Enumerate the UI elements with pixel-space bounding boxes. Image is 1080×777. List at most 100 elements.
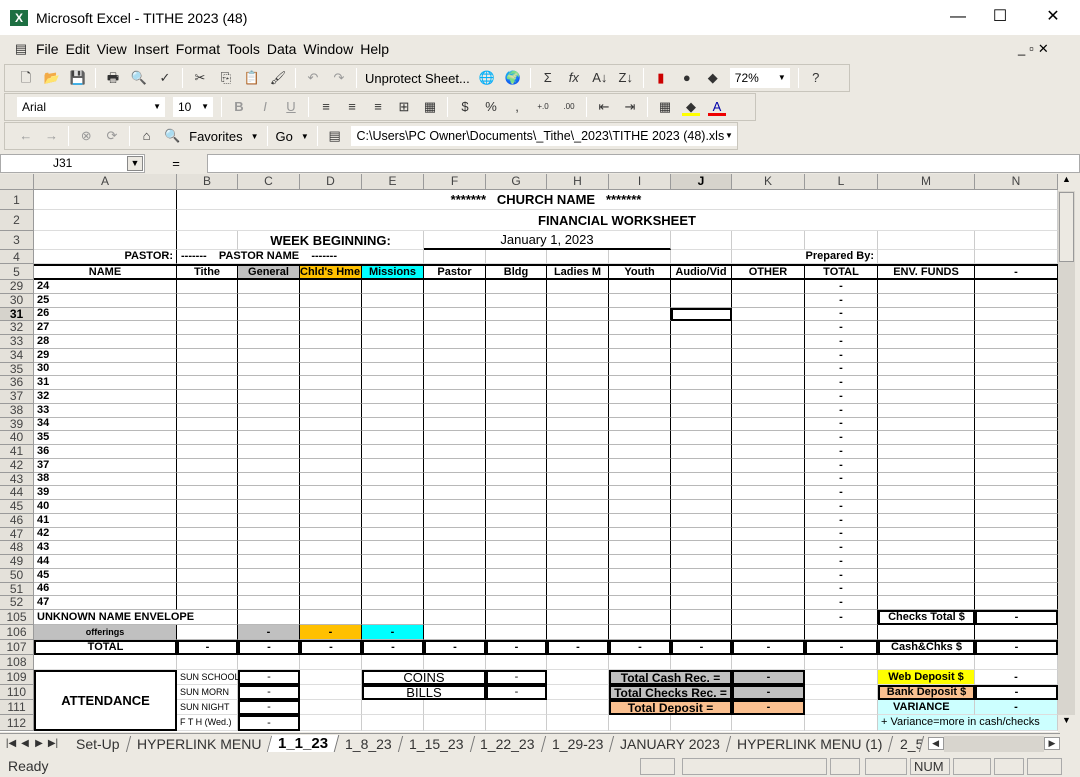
borders-icon[interactable]: ▦	[656, 98, 674, 116]
increase-indent-icon[interactable]: ⇥	[621, 98, 639, 116]
cell-B42[interactable]	[177, 458, 238, 473]
row-header-34[interactable]: 34	[0, 348, 34, 363]
row-header-46[interactable]: 46	[0, 513, 34, 528]
cell-F36[interactable]	[424, 376, 486, 390]
column-header-E[interactable]: E	[362, 174, 424, 190]
cell-K106[interactable]	[732, 625, 805, 640]
cell-N49[interactable]	[975, 555, 1058, 569]
cell-J41[interactable]	[671, 445, 732, 459]
cell-H47[interactable]	[547, 527, 609, 542]
cell-J52[interactable]	[671, 596, 732, 610]
cell-E46[interactable]	[362, 513, 424, 528]
cell-J45[interactable]	[671, 500, 732, 514]
cell-D5[interactable]: Chld's Hme	[300, 264, 362, 280]
cell-A51[interactable]: 46	[34, 582, 177, 597]
cell-F105[interactable]	[424, 610, 486, 625]
cell-I112[interactable]	[609, 715, 671, 731]
row-header-36[interactable]: 36	[0, 375, 34, 390]
cell-K52[interactable]	[732, 596, 805, 610]
cell-F30[interactable]	[424, 293, 486, 308]
menu-help[interactable]: Help	[360, 41, 389, 57]
cell-B44[interactable]	[177, 486, 238, 500]
cell-L110[interactable]	[805, 685, 878, 700]
cell-M41[interactable]	[878, 445, 975, 459]
cell-J47[interactable]	[671, 527, 732, 542]
next-sheet-icon[interactable]: ▶	[32, 738, 46, 749]
cell-D105[interactable]	[300, 610, 362, 625]
column-header-G[interactable]: G	[486, 174, 547, 190]
cell-L47[interactable]: -	[805, 527, 878, 542]
tab-1-22-23[interactable]: 1_22_23	[470, 735, 547, 752]
row-header-32[interactable]: 32	[0, 320, 34, 335]
cell-K112[interactable]	[732, 715, 805, 731]
cell-I33[interactable]	[609, 335, 671, 349]
cell-B107[interactable]: -	[177, 640, 238, 655]
cell-I52[interactable]	[609, 596, 671, 610]
cell-J49[interactable]	[671, 555, 732, 569]
cell-M50[interactable]	[878, 568, 975, 583]
cell-A47[interactable]: 42	[34, 527, 177, 542]
cell-C37[interactable]	[238, 390, 300, 404]
cell-B30[interactable]	[177, 293, 238, 308]
cell-D46[interactable]	[300, 513, 362, 528]
cell-H36[interactable]	[547, 376, 609, 390]
cell-J43[interactable]	[671, 472, 732, 487]
row-header-45[interactable]: 45	[0, 499, 34, 514]
cell-E5[interactable]: Missions	[362, 264, 424, 280]
menu-format[interactable]: Format	[176, 41, 220, 57]
cell-H38[interactable]	[547, 403, 609, 418]
cell-J30[interactable]	[671, 293, 732, 308]
cell-H43[interactable]	[547, 472, 609, 487]
cell-L37[interactable]: -	[805, 390, 878, 404]
cell-N35[interactable]	[975, 362, 1058, 377]
cell-G49[interactable]	[486, 555, 547, 569]
chart-wizard-icon[interactable]: ▮	[652, 69, 670, 87]
cell-H30[interactable]	[547, 293, 609, 308]
cell-L50[interactable]: -	[805, 568, 878, 583]
cell-L42[interactable]: -	[805, 458, 878, 473]
back-icon[interactable]: ←	[17, 127, 35, 145]
cell-I107[interactable]: -	[609, 640, 671, 655]
tab-set-up[interactable]: Set-Up	[65, 735, 131, 752]
cell-G31[interactable]	[486, 307, 547, 322]
cell-J108[interactable]	[671, 655, 732, 670]
cell-D49[interactable]	[300, 555, 362, 569]
cell-I111[interactable]: Total Deposit =	[609, 700, 732, 715]
row-header-112[interactable]: 112	[0, 715, 34, 731]
cell-E47[interactable]	[362, 527, 424, 542]
cell-B32[interactable]	[177, 321, 238, 335]
cell-N3[interactable]	[975, 231, 1058, 250]
cell-J46[interactable]	[671, 513, 732, 528]
row-header-37[interactable]: 37	[0, 389, 34, 404]
cell-B5[interactable]: Tithe	[177, 264, 238, 280]
column-header-I[interactable]: I	[609, 174, 671, 190]
cell-E36[interactable]	[362, 376, 424, 390]
tab-hyperlink-menu-1[interactable]: HYPERLINK MENU (1)	[726, 735, 894, 752]
tab-january-2023[interactable]: JANUARY 2023	[610, 735, 732, 752]
cell-L112[interactable]	[805, 715, 878, 731]
cell-J106[interactable]	[671, 625, 732, 640]
cell-K109[interactable]: -	[732, 670, 805, 685]
cell-G43[interactable]	[486, 472, 547, 487]
cell-E32[interactable]	[362, 321, 424, 335]
cell-I105[interactable]	[609, 610, 671, 625]
cell-A38[interactable]: 33	[34, 403, 177, 418]
cell-F48[interactable]	[424, 541, 486, 555]
redo-icon[interactable]: ↷	[330, 69, 348, 87]
row-header-41[interactable]: 41	[0, 444, 34, 459]
underline-icon[interactable]: U	[282, 98, 300, 116]
cell-N43[interactable]	[975, 472, 1058, 487]
tab-1-1-23[interactable]: 1_1_23	[267, 735, 340, 752]
cell-J105[interactable]	[671, 610, 732, 625]
cell-M30[interactable]	[878, 293, 975, 308]
cell-E40[interactable]	[362, 431, 424, 445]
cell-L108[interactable]	[805, 655, 878, 670]
cell-B1[interactable]: ******* CHURCH NAME *******	[177, 190, 1058, 210]
cell-H42[interactable]	[547, 458, 609, 473]
cell-L107[interactable]: -	[805, 640, 878, 655]
cell-C5[interactable]: General	[238, 264, 300, 280]
scrollbar-thumb[interactable]	[1059, 192, 1074, 262]
font-select[interactable]: Arial ▼	[17, 97, 165, 117]
cell-K108[interactable]	[732, 655, 805, 670]
cell-C48[interactable]	[238, 541, 300, 555]
